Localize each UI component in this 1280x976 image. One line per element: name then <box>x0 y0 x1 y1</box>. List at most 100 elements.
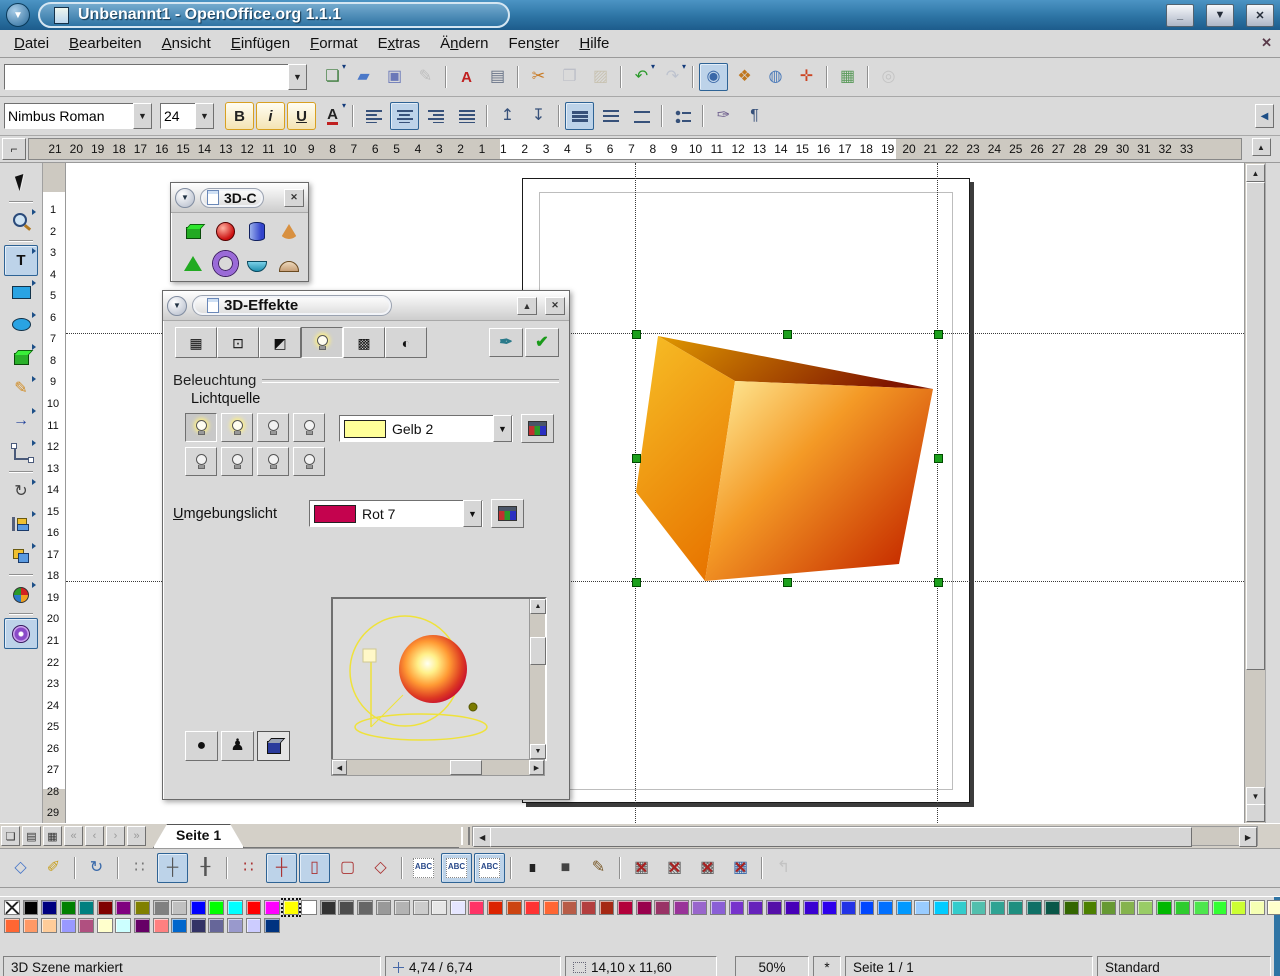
bullets-button[interactable] <box>668 102 697 130</box>
scroll-right-button[interactable]: ▶ <box>1239 827 1257 847</box>
color-swatch[interactable] <box>747 900 763 915</box>
color-swatch[interactable] <box>1156 900 1172 915</box>
text-placeholder-button[interactable]: ▩✕ <box>692 853 723 883</box>
line-spacing-1-button[interactable] <box>565 102 594 130</box>
color-swatch[interactable] <box>821 900 837 915</box>
color-swatch[interactable] <box>951 900 967 915</box>
font-name-input[interactable] <box>5 106 133 126</box>
no-fill-swatch[interactable] <box>4 900 20 915</box>
tab-shading[interactable]: ◩ <box>259 327 301 358</box>
3d-half-sphere-button[interactable] <box>274 249 304 277</box>
tab-illumination[interactable] <box>301 327 343 358</box>
font-size-dropdown-button[interactable]: ▼ <box>195 103 214 129</box>
color-swatch[interactable] <box>283 900 299 915</box>
palette-menu-button[interactable]: ▼ <box>175 188 195 208</box>
color-swatch[interactable] <box>134 918 150 933</box>
zoom-cell[interactable]: 50% <box>735 956 809 976</box>
assign-dropper-button[interactable]: ✒ <box>489 328 523 357</box>
url-dropdown-button[interactable]: ▼ <box>288 64 307 90</box>
text-tool-button[interactable]: T <box>4 245 38 276</box>
arrange-tool-button[interactable] <box>4 540 38 571</box>
color-swatch[interactable] <box>264 900 280 915</box>
align-right-button[interactable] <box>421 102 450 130</box>
zoom-page-button[interactable]: ✛ <box>792 63 821 91</box>
character-dialog-button[interactable]: ✑ <box>709 102 738 130</box>
color-swatch[interactable] <box>766 900 782 915</box>
horizontal-scrollbar[interactable]: ◀ ▶ <box>472 826 1258 846</box>
color-swatch[interactable] <box>1100 900 1116 915</box>
color-swatch[interactable] <box>376 900 392 915</box>
color-swatch[interactable] <box>561 900 577 915</box>
tab-stop-selector-button[interactable]: ⌐ <box>2 138 26 160</box>
color-swatch[interactable] <box>320 900 336 915</box>
light-source-2-button[interactable] <box>221 413 253 442</box>
color-swatch[interactable] <box>153 918 169 933</box>
selection-handle[interactable] <box>783 578 792 587</box>
window-menu-button[interactable]: ▼ <box>6 3 30 27</box>
save-document-button[interactable]: ▣ <box>380 63 409 91</box>
color-swatch[interactable] <box>97 900 113 915</box>
large-handles-button[interactable]: ■ <box>550 853 581 883</box>
last-page-button[interactable]: » <box>127 826 146 846</box>
light-color-dropdown[interactable]: Gelb 2 ▼ <box>339 415 513 442</box>
color-swatch[interactable] <box>171 918 187 933</box>
select-tool-button[interactable] <box>4 167 38 198</box>
color-swatch[interactable] <box>208 918 224 933</box>
line-contour-only-button[interactable]: ▦✕ <box>725 853 756 883</box>
insert-object-tool-button[interactable] <box>4 579 38 610</box>
color-swatch[interactable] <box>246 900 262 915</box>
page-tab[interactable]: Seite 1 <box>153 824 244 848</box>
color-swatch[interactable] <box>691 900 707 915</box>
selection-handle[interactable] <box>632 454 641 463</box>
color-swatch[interactable] <box>338 900 354 915</box>
menu-format[interactable]: Format <box>300 32 368 55</box>
snap-to-object-frame-button[interactable]: ▢ <box>332 853 363 883</box>
dialog-title-bar[interactable]: ▼ 3D-Effekte ▲ ✕ <box>163 291 569 321</box>
glue-points-button[interactable]: ✐ <box>38 853 69 883</box>
color-swatch[interactable] <box>1230 900 1246 915</box>
color-swatch[interactable] <box>896 900 912 915</box>
color-swatch[interactable] <box>246 918 262 933</box>
scroll-right-button[interactable]: ▶ <box>529 760 544 775</box>
ellipse-tool-button[interactable] <box>4 309 38 340</box>
menu-ndern[interactable]: Ändern <box>430 32 498 55</box>
selection-handle[interactable] <box>632 578 641 587</box>
color-swatch[interactable] <box>78 918 94 933</box>
color-swatch[interactable] <box>617 900 633 915</box>
contour-mode-button[interactable]: ▧✕ <box>659 853 690 883</box>
3d-cylinder-button[interactable] <box>242 217 272 245</box>
toolbar-expander-button[interactable]: ◀ <box>1255 104 1274 128</box>
gallery-button[interactable]: ◍ <box>761 63 790 91</box>
color-swatch[interactable] <box>1063 900 1079 915</box>
3d-torus-button[interactable] <box>210 249 240 277</box>
tab-textures[interactable]: ▩ <box>343 327 385 358</box>
paragraph-dialog-button[interactable]: ¶ <box>740 102 769 130</box>
scroll-up-button[interactable]: ▲ <box>530 599 546 614</box>
color-swatch[interactable] <box>301 900 317 915</box>
color-swatch[interactable] <box>78 900 94 915</box>
previous-page-button[interactable]: ‹ <box>85 826 104 846</box>
font-size-combobox[interactable]: ▼ <box>160 104 214 128</box>
dialog-close-button[interactable]: ✕ <box>545 297 565 315</box>
color-swatch[interactable] <box>4 918 20 933</box>
font-size-input[interactable] <box>161 106 195 126</box>
menu-fenster[interactable]: Fenster <box>498 32 569 55</box>
menu-datei[interactable]: Datei <box>4 32 59 55</box>
picture-placeholder-button[interactable]: ▦✕ <box>626 853 657 883</box>
color-swatch[interactable] <box>1174 900 1190 915</box>
color-swatch[interactable] <box>636 900 652 915</box>
color-swatch[interactable] <box>357 900 373 915</box>
next-page-button[interactable]: › <box>106 826 125 846</box>
title-pill[interactable]: Unbenannt1 - OpenOffice.org 1.1.1 <box>38 2 510 28</box>
vertical-scroll-thumb[interactable] <box>1246 182 1265 670</box>
color-swatch[interactable] <box>134 900 150 915</box>
navigator-button[interactable]: ◉ <box>699 63 728 91</box>
color-swatch[interactable] <box>394 900 410 915</box>
color-swatch[interactable] <box>970 900 986 915</box>
color-swatch[interactable] <box>208 900 224 915</box>
vertical-ruler[interactable]: 1234567891011121314151617181920212223242… <box>43 163 66 823</box>
color-swatch[interactable] <box>543 900 559 915</box>
menu-einfgen[interactable]: Einfügen <box>221 32 300 55</box>
preview-vscroll-thumb[interactable] <box>530 637 546 665</box>
snap-to-grid-button[interactable]: ∷ <box>233 853 264 883</box>
